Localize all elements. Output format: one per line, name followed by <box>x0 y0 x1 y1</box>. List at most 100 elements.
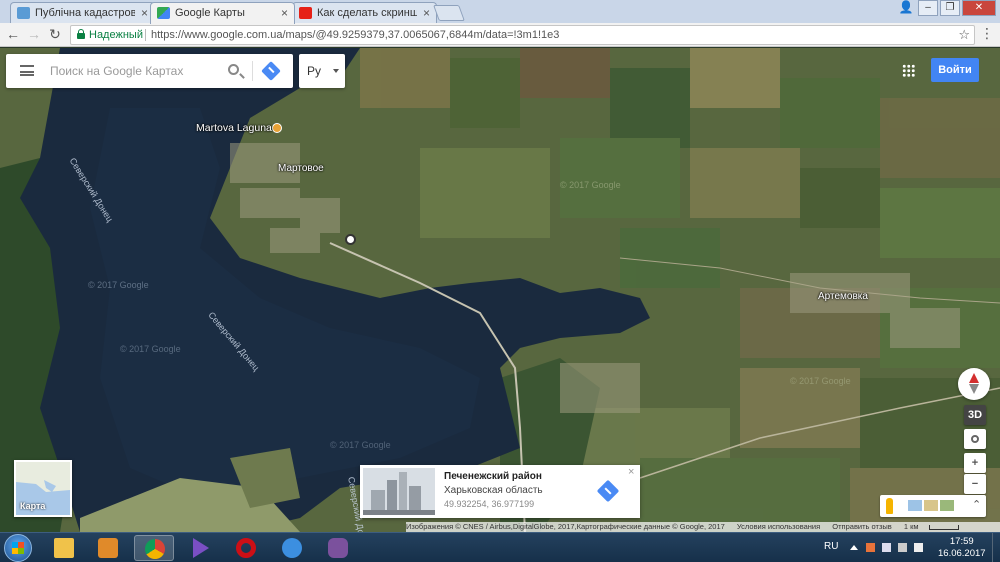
lock-icon <box>77 29 85 39</box>
network-icon[interactable] <box>898 543 907 552</box>
taskbar-viber[interactable] <box>318 535 358 561</box>
expand-icon[interactable]: ⌃ <box>972 498 981 511</box>
divider <box>252 61 253 81</box>
taskbar-explorer[interactable] <box>44 535 84 561</box>
zoom-out-button[interactable]: − <box>964 474 986 494</box>
flag-icon[interactable] <box>882 543 891 552</box>
taskbar-opera[interactable] <box>226 535 266 561</box>
pegman-icon[interactable] <box>886 498 893 514</box>
poi-label[interactable]: Martova Laguna <box>196 122 272 134</box>
landmark-pin-icon[interactable] <box>345 234 356 245</box>
user-icon[interactable]: 👤 <box>896 0 916 16</box>
tab-title: Google Карты <box>175 7 245 19</box>
tab-cadastre[interactable]: Публічна кадастрова ка × <box>10 2 155 23</box>
opera-icon <box>236 538 256 558</box>
clock-date: 16.06.2017 <box>938 548 986 559</box>
start-button[interactable] <box>4 534 32 562</box>
directions-icon[interactable] <box>596 479 620 503</box>
compass-icon[interactable] <box>958 368 990 400</box>
imagery-thumb[interactable] <box>924 500 938 511</box>
sign-in-button[interactable]: Войти <box>931 58 979 82</box>
tab-youtube[interactable]: Как сделать скриншот н × <box>292 2 437 23</box>
separator <box>145 29 146 41</box>
map-canvas[interactable]: © 2017 Google © 2017 Google © 2017 Googl… <box>0 48 1000 532</box>
youtube-icon <box>299 7 312 19</box>
search-box <box>6 54 293 88</box>
language-label: Ру <box>307 64 322 78</box>
folder-icon <box>54 538 74 558</box>
viber-icon <box>328 538 348 558</box>
my-location-button[interactable] <box>964 429 986 449</box>
satellite-imagery <box>0 48 1000 532</box>
window-controls: 👤 – ❐ ✕ <box>896 0 996 16</box>
chrome-menu-icon[interactable]: ⋮ <box>980 25 994 42</box>
clock-time: 17:59 <box>949 536 974 547</box>
cadastre-map-icon <box>17 7 30 19</box>
media-player-icon <box>98 538 118 558</box>
imagery-thumb[interactable] <box>908 500 922 511</box>
keyboard-language[interactable]: RU <box>824 541 838 552</box>
imagery-thumb[interactable] <box>940 500 954 511</box>
taskbar-video[interactable] <box>180 535 220 561</box>
scale-bar <box>928 524 959 530</box>
imagery-watermark: © 2017 Google <box>560 180 621 190</box>
taskbar-ie[interactable] <box>272 535 312 561</box>
close-icon[interactable]: × <box>141 3 148 23</box>
attribution-bar: Изображения © CNES / Airbus,DigitalGlobe… <box>406 522 1000 532</box>
taskbar-chrome[interactable] <box>134 535 174 561</box>
app-tray-icon[interactable] <box>866 543 875 552</box>
search-input[interactable] <box>50 61 215 81</box>
place-subtitle: Харьковская область <box>444 485 543 496</box>
directions-icon[interactable] <box>261 61 281 81</box>
place-info-card[interactable]: Печенежский район Харьковская область 49… <box>360 465 640 518</box>
search-icon[interactable] <box>228 64 239 75</box>
show-hidden-icons[interactable] <box>850 545 858 550</box>
building-photo <box>363 468 435 515</box>
system-clock[interactable]: 17:59 16.06.2017 <box>938 536 986 560</box>
tab-google-maps[interactable]: Google Карты × <box>150 2 295 24</box>
map-type-toggle[interactable]: Карта <box>14 460 72 517</box>
imagery-watermark: © 2017 Google <box>790 376 851 386</box>
browser-tab-strip: Публічна кадастрова ка × Google Карты × … <box>0 0 1000 24</box>
tab-title: Публічна кадастрова ка <box>35 7 135 19</box>
terms-link[interactable]: Условия использования <box>737 522 820 531</box>
chevron-down-icon <box>333 69 339 73</box>
scale-label[interactable]: 1 км <box>904 522 919 531</box>
reload-button[interactable]: ↻ <box>46 25 64 43</box>
close-icon[interactable]: × <box>628 466 634 478</box>
locate-icon <box>971 435 979 443</box>
taskbar-media[interactable] <box>88 535 128 561</box>
imagery-credit: Изображения © CNES / Airbus,DigitalGlobe… <box>406 522 725 531</box>
volume-icon[interactable] <box>914 543 923 552</box>
zoom-in-button[interactable]: + <box>964 453 986 473</box>
minimize-button[interactable]: – <box>918 0 938 16</box>
browser-toolbar: ← → ↻ Надежный https://www.google.com.ua… <box>0 23 1000 47</box>
secure-label: Надежный <box>89 29 143 41</box>
imagery-watermark: © 2017 Google <box>330 440 391 450</box>
forward-button[interactable]: → <box>25 25 43 43</box>
bookmark-star-icon[interactable]: ☆ <box>958 26 970 44</box>
tilt-3d-button[interactable]: 3D <box>964 405 986 425</box>
village-label: Мартовое <box>278 163 324 174</box>
show-desktop-button[interactable] <box>992 533 1000 562</box>
hamburger-menu-icon[interactable] <box>20 65 34 76</box>
close-icon[interactable]: × <box>281 3 288 23</box>
hotel-pin-icon[interactable] <box>272 123 282 133</box>
apps-grid-icon[interactable] <box>902 64 915 77</box>
feedback-link[interactable]: Отправить отзыв <box>832 522 892 531</box>
place-title: Печенежский район <box>444 471 542 482</box>
close-icon[interactable]: × <box>423 3 430 23</box>
village-label: Артемовка <box>818 291 868 302</box>
imagery-watermark: © 2017 Google <box>120 344 181 354</box>
close-window-button[interactable]: ✕ <box>962 0 996 16</box>
maximize-button[interactable]: ❐ <box>940 0 960 16</box>
tab-title: Как сделать скриншот н <box>317 7 417 19</box>
language-selector[interactable]: Ру <box>299 54 345 88</box>
play-icon <box>193 538 209 558</box>
new-tab-button[interactable] <box>433 5 465 21</box>
system-tray: RU 17:59 16.06.2017 <box>820 533 1000 562</box>
back-button[interactable]: ← <box>4 25 22 43</box>
chrome-icon <box>145 539 165 559</box>
street-view-thumbnail[interactable] <box>363 468 435 515</box>
address-bar[interactable]: Надежный https://www.google.com.ua/maps/… <box>70 25 975 45</box>
